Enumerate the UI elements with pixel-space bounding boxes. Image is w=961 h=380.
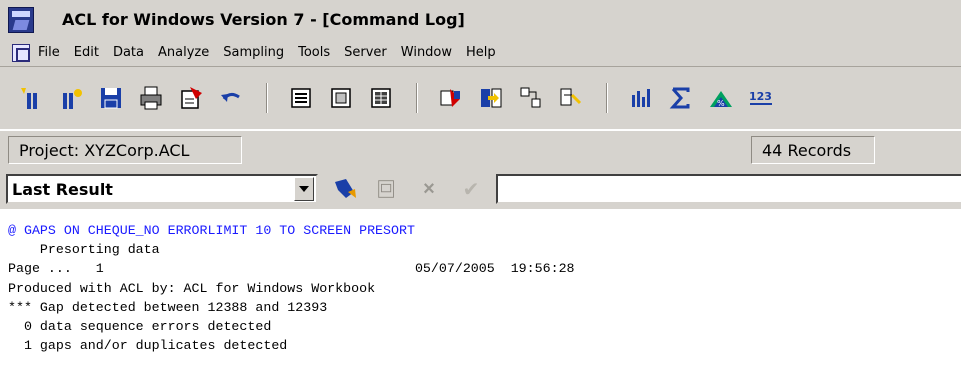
menu-edit[interactable]: Edit bbox=[74, 45, 99, 60]
join-button[interactable] bbox=[556, 83, 586, 113]
log-line: @ GAPS ON CHEQUE_NO ERRORLIMIT 10 TO SCR… bbox=[8, 223, 415, 238]
project-status-bar: Project: XYZCorp.ACL 44 Records bbox=[0, 131, 961, 169]
graph-icon: % bbox=[710, 91, 732, 108]
relate-icon bbox=[520, 87, 541, 108]
print-icon bbox=[140, 86, 162, 110]
view2-icon bbox=[331, 88, 351, 108]
log-line: Produced with ACL by: ACL for Windows Wo… bbox=[8, 280, 376, 296]
print-button[interactable] bbox=[136, 83, 166, 113]
extract-button[interactable] bbox=[476, 83, 506, 113]
command-log: @ GAPS ON CHEQUE_NO ERRORLIMIT 10 TO SCR… bbox=[0, 209, 961, 380]
svg-text:123: 123 bbox=[749, 90, 772, 103]
view1-icon bbox=[291, 88, 311, 108]
toolbar-separator bbox=[606, 83, 608, 113]
filter-funnel-icon bbox=[335, 179, 356, 198]
log-line: Page ... 1 05/07/2005 19:56:28 bbox=[8, 261, 575, 277]
log-line: Presorting data bbox=[8, 242, 160, 258]
filter-icon bbox=[440, 89, 460, 107]
main-toolbar: % 123 bbox=[0, 67, 961, 129]
filter-history-button[interactable] bbox=[372, 174, 402, 204]
log-line: 0 data sequence errors detected bbox=[8, 319, 272, 335]
log-line: 1 gaps and/or duplicates detected bbox=[8, 338, 288, 354]
result-select[interactable]: Last Result bbox=[6, 174, 318, 204]
undo-icon bbox=[221, 92, 240, 102]
view-button[interactable] bbox=[286, 83, 316, 113]
checkmark-icon: ✔ bbox=[462, 178, 480, 201]
title-bar: ACL for Windows Version 7 - [Command Log… bbox=[0, 0, 961, 39]
note-button[interactable] bbox=[176, 83, 206, 113]
open-project-button[interactable] bbox=[56, 83, 86, 113]
relate-button[interactable] bbox=[516, 83, 546, 113]
acl-app-icon[interactable] bbox=[8, 6, 34, 33]
svg-text:%: % bbox=[717, 99, 725, 108]
result-select-value: Last Result bbox=[12, 179, 113, 199]
menu-help[interactable]: Help bbox=[466, 45, 496, 60]
edit-filter-button[interactable] bbox=[330, 174, 360, 204]
menu-tools[interactable]: Tools bbox=[298, 45, 330, 60]
menu-sampling[interactable]: Sampling bbox=[223, 45, 284, 60]
project-name: Project: XYZCorp.ACL bbox=[8, 136, 242, 164]
table-button[interactable] bbox=[366, 83, 396, 113]
apply-filter-button[interactable]: ✔ bbox=[456, 174, 486, 204]
extract-icon bbox=[481, 88, 502, 108]
history-icon bbox=[378, 180, 394, 198]
report-button[interactable] bbox=[626, 83, 656, 113]
document-menu-icon[interactable] bbox=[12, 43, 30, 62]
statistics-button[interactable]: 123 bbox=[746, 83, 776, 113]
join-icon bbox=[560, 88, 582, 106]
view2-button[interactable] bbox=[326, 83, 356, 113]
table-icon bbox=[371, 88, 391, 108]
menu-server[interactable]: Server bbox=[344, 45, 387, 60]
menu-data[interactable]: Data bbox=[113, 45, 144, 60]
close-icon: × bbox=[423, 177, 435, 200]
new-project-icon bbox=[21, 88, 37, 109]
result-select-dropdown-button[interactable] bbox=[294, 177, 314, 201]
sum-icon bbox=[669, 87, 690, 109]
filter-bar: Last Result × ✔ bbox=[0, 169, 961, 209]
menu-bar: File Edit Data Analyze Sampling Tools Se… bbox=[0, 39, 961, 67]
record-count: 44 Records bbox=[751, 136, 875, 164]
menu-window[interactable]: Window bbox=[401, 45, 452, 60]
note-icon bbox=[181, 87, 202, 109]
log-line: *** Gap detected between 12388 and 12393 bbox=[8, 299, 328, 315]
filter-expression-input[interactable] bbox=[496, 174, 961, 204]
report-icon bbox=[632, 89, 650, 107]
undo-button[interactable] bbox=[216, 83, 246, 113]
graph-button[interactable]: % bbox=[706, 83, 736, 113]
toolbar-separator bbox=[266, 83, 268, 113]
statistics-icon: 123 bbox=[749, 90, 772, 105]
menu-analyze[interactable]: Analyze bbox=[158, 45, 209, 60]
chevron-down-icon bbox=[299, 186, 309, 192]
window-title: ACL for Windows Version 7 - [Command Log… bbox=[62, 10, 465, 29]
open-project-icon bbox=[63, 89, 82, 109]
toolbar-separator bbox=[416, 83, 418, 113]
sum-button[interactable] bbox=[666, 83, 696, 113]
filter-button[interactable] bbox=[436, 83, 466, 113]
menu-file[interactable]: File bbox=[38, 45, 60, 60]
clear-filter-button[interactable]: × bbox=[414, 174, 444, 204]
save-icon bbox=[101, 88, 121, 109]
new-project-button[interactable] bbox=[16, 83, 46, 113]
save-button[interactable] bbox=[96, 83, 126, 113]
